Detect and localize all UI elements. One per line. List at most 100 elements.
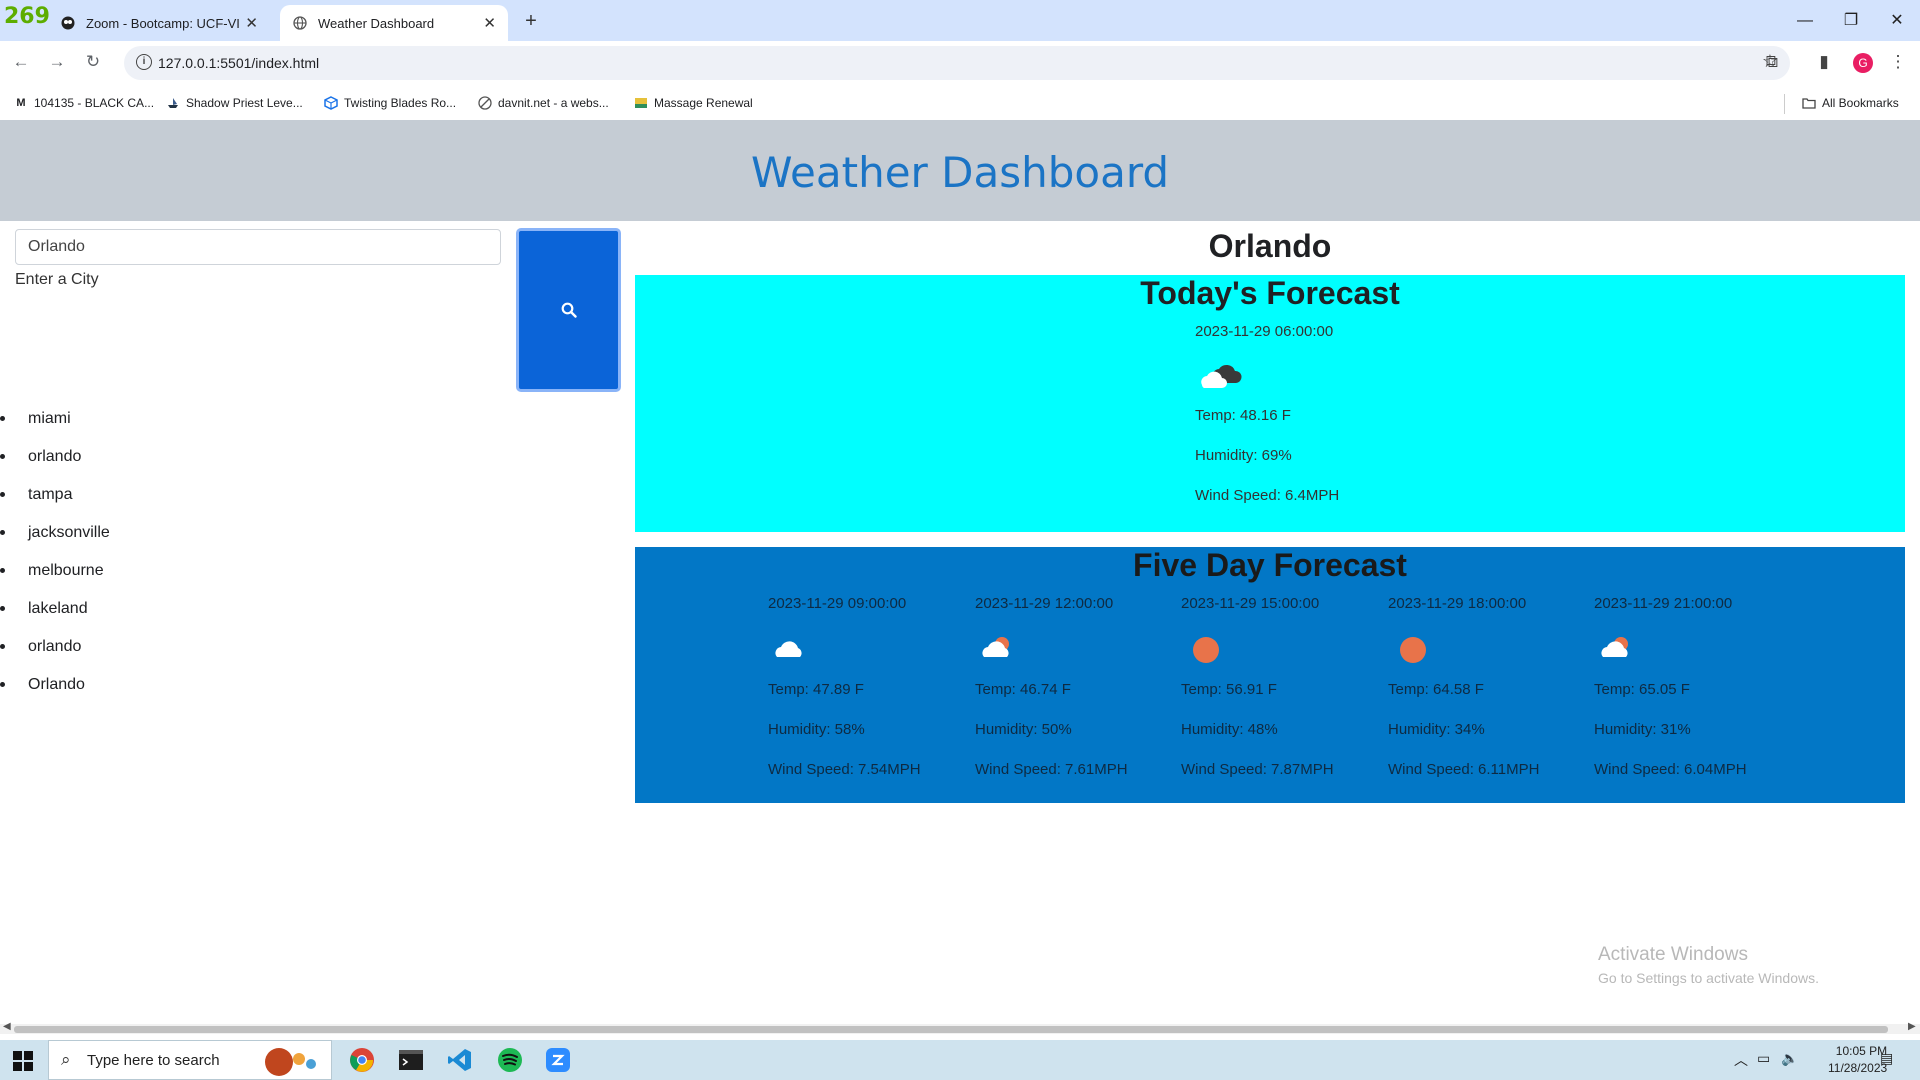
forecast-wind: Wind Speed: 7.54MPH [768, 761, 921, 778]
browser-tab-bar: 269 Zoom - Bootcamp: UCF-VIRT-F ✕ Weathe… [0, 0, 1920, 41]
taskbar-search-placeholder: Type here to search [87, 1052, 220, 1069]
forecast-day-card: 2023-11-29 09:00:00 Temp: 47.89 F Humidi… [768, 595, 921, 801]
close-tab-icon[interactable]: ✕ [483, 14, 496, 32]
forecast-humidity: Humidity: 31% [1594, 721, 1691, 738]
city-input-label: Enter a City [15, 271, 99, 288]
menu-kebab-icon[interactable]: ⋮ [1884, 48, 1912, 76]
vscode-icon[interactable] [444, 1044, 476, 1076]
history-item[interactable]: tampa [0, 476, 110, 514]
history-item[interactable]: orlando [0, 628, 110, 666]
windows-start-icon[interactable] [12, 1050, 34, 1072]
sun-icon [1388, 629, 1539, 681]
history-item[interactable]: miami [0, 400, 110, 438]
address-bar[interactable]: i 127.0.0.1:5501/index.html ☆ [124, 46, 1790, 80]
bookmark-label: Shadow Priest Leve... [186, 96, 303, 110]
forecast-day-card: 2023-11-29 15:00:00 Temp: 56.91 F Humidi… [1181, 595, 1334, 801]
m-icon: M [16, 97, 26, 109]
forecast-temp: Temp: 56.91 F [1181, 681, 1277, 698]
taskbar-search-box[interactable]: ⌕ Type here to search [48, 1040, 332, 1080]
watermark-line-2: Go to Settings to activate Windows. [1598, 970, 1819, 986]
system-clock[interactable]: 10:05 PM 11/28/2023 [1828, 1043, 1887, 1077]
minimize-icon[interactable]: — [1782, 0, 1828, 41]
back-arrow-icon[interactable]: ← [6, 47, 36, 77]
forecast-temp: Temp: 46.74 F [975, 681, 1071, 698]
cube-icon [324, 96, 338, 110]
five-day-forecast-title: Five Day Forecast [1133, 547, 1407, 583]
forecast-wind: Wind Speed: 6.11MPH [1388, 761, 1540, 778]
cloud-icon [768, 629, 921, 681]
terminal-icon[interactable] [395, 1044, 427, 1076]
bookmark-item[interactable]: Twisting Blades Ro... [324, 96, 456, 110]
forecast-wind: Wind Speed: 7.61MPH [975, 761, 1128, 778]
history-item[interactable]: jacksonville [0, 514, 110, 552]
bookmark-label: 104135 - BLACK CA... [34, 96, 155, 110]
bookmark-item[interactable]: Massage Renewal [634, 96, 753, 110]
forecast-humidity: Humidity: 69% [1195, 447, 1292, 464]
folder-icon [1802, 96, 1816, 110]
all-bookmarks-button[interactable]: All Bookmarks [1802, 96, 1899, 110]
ship-icon [166, 96, 180, 110]
restore-icon[interactable]: ❐ [1828, 0, 1874, 41]
forward-arrow-icon[interactable]: → [42, 47, 72, 77]
scrollbar-thumb[interactable] [14, 1026, 1888, 1033]
side-panel-icon[interactable]: ▮ [1810, 48, 1838, 76]
history-item[interactable]: lakeland [0, 590, 110, 628]
search-icon: ⌕ [61, 1050, 71, 1069]
search-button[interactable] [516, 228, 621, 392]
forecast-temp: Temp: 64.58 F [1388, 681, 1484, 698]
url-text[interactable]: 127.0.0.1:5501/index.html [158, 55, 319, 71]
horizontal-scrollbar[interactable]: ◀ ▶ [0, 1021, 1920, 1034]
close-window-icon[interactable]: ✕ [1874, 0, 1920, 41]
bookmark-item[interactable]: davnit.net - a webs... [478, 96, 609, 110]
spotify-icon[interactable] [494, 1044, 526, 1076]
activate-windows-watermark: Activate Windows Go to Settings to activ… [1598, 944, 1819, 986]
all-bookmarks-label: All Bookmarks [1822, 96, 1899, 110]
tab-title: Zoom - Bootcamp: UCF-VIRT-F [86, 15, 240, 31]
history-item[interactable]: orlando [0, 438, 110, 476]
clock-date: 11/28/2023 [1828, 1061, 1888, 1075]
forecast-humidity: Humidity: 34% [1388, 721, 1485, 738]
massage-icon [634, 96, 648, 110]
history-item[interactable]: Orlando [0, 666, 110, 704]
forecast-temp: Temp: 47.89 F [768, 681, 864, 698]
bookmark-label: Massage Renewal [654, 96, 753, 110]
five-day-forecast-card: Five Day Forecast 2023-11-29 09:00:00 Te… [635, 547, 1905, 803]
bookmark-item[interactable]: M 104135 - BLACK CA... [14, 96, 154, 110]
search-history-list: miami orlando tampa jacksonville melbour… [0, 400, 110, 704]
profile-avatar[interactable]: G [1853, 53, 1873, 73]
forecast-temp: Temp: 65.05 F [1594, 681, 1690, 698]
forecast-wind: Wind Speed: 6.04MPH [1594, 761, 1747, 778]
tab-weather-dashboard[interactable]: Weather Dashboard ✕ [280, 5, 508, 41]
forecast-wind: Wind Speed: 7.87MPH [1181, 761, 1334, 778]
chrome-icon[interactable] [346, 1044, 378, 1076]
scroll-right-icon[interactable]: ▶ [1908, 1021, 1916, 1032]
todays-forecast-details: 2023-11-29 06:00:00 Temp: 48.16 F Humidi… [1195, 323, 1339, 527]
zoom-icon[interactable] [542, 1044, 574, 1076]
tab-zoom[interactable]: Zoom - Bootcamp: UCF-VIRT-F ✕ [48, 5, 270, 41]
city-search-input[interactable] [15, 229, 501, 265]
site-info-icon[interactable]: i [136, 54, 152, 70]
tab-counter: 269 [4, 4, 50, 29]
windows-taskbar: ⌕ Type here to search ︿ ▭ 🔈 10:05 PM 11/… [0, 1040, 1920, 1080]
page-content: Weather Dashboard Enter a City miami orl… [0, 120, 1920, 1026]
bookmarks-bar: M 104135 - BLACK CA... Shadow Priest Lev… [0, 88, 1920, 121]
bookmark-label: davnit.net - a webs... [498, 96, 609, 110]
notifications-icon[interactable]: ▤ [1880, 1050, 1893, 1067]
search-icon [561, 302, 577, 318]
history-item[interactable]: melbourne [0, 552, 110, 590]
zoom-favicon-icon [60, 15, 76, 31]
close-tab-icon[interactable]: ✕ [245, 14, 258, 32]
scroll-left-icon[interactable]: ◀ [3, 1021, 11, 1032]
extensions-icon[interactable]: ⧉ [1758, 48, 1786, 76]
forecast-humidity: Humidity: 58% [768, 721, 865, 738]
show-hidden-icons-icon[interactable]: ︿ [1734, 1050, 1748, 1070]
new-tab-button[interactable]: + [518, 8, 544, 34]
todays-forecast-title: Today's Forecast [1140, 275, 1400, 311]
network-icon[interactable]: ▭ [1757, 1050, 1770, 1067]
volume-icon[interactable]: 🔈 [1781, 1050, 1798, 1067]
forecast-humidity: Humidity: 50% [975, 721, 1072, 738]
forecast-wind: Wind Speed: 6.4MPH [1195, 487, 1340, 504]
reload-icon[interactable]: ↻ [78, 47, 108, 77]
bookmark-item[interactable]: Shadow Priest Leve... [166, 96, 303, 110]
bookmarks-divider [1784, 94, 1785, 114]
